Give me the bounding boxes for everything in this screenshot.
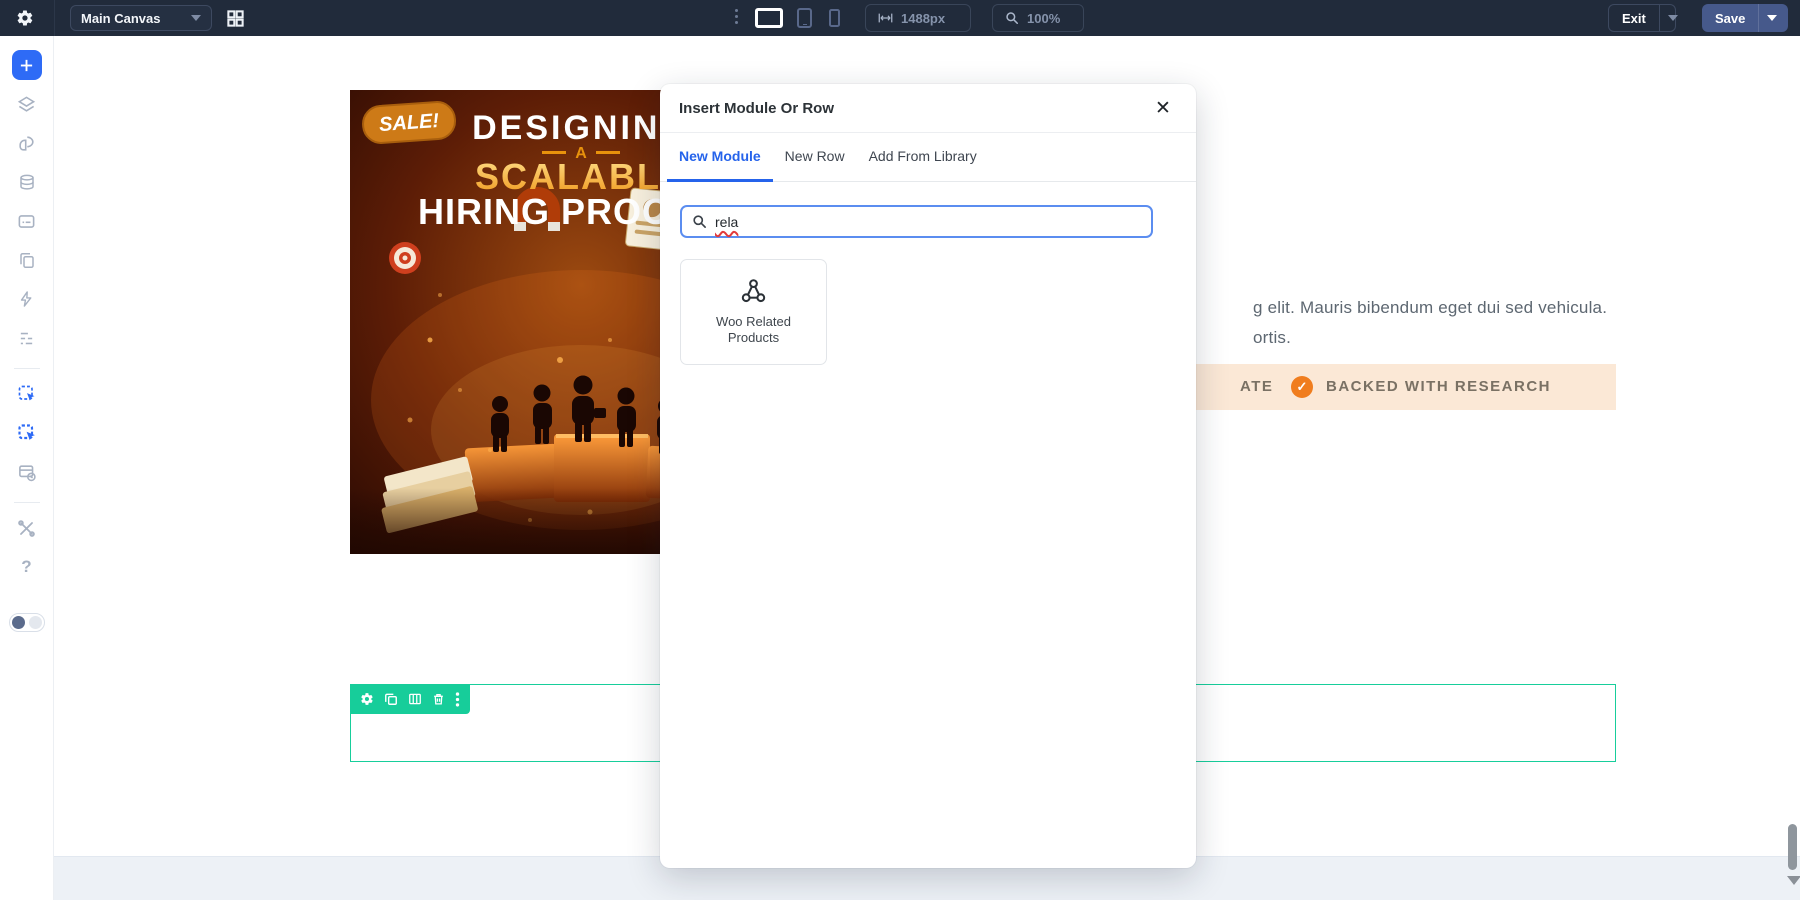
chevron-down-icon [191, 15, 201, 21]
canvas-width-value: 1488px [901, 11, 945, 26]
module-result-label: Woo Related Products [699, 314, 809, 347]
device-phone-icon[interactable] [829, 9, 840, 27]
layers-icon [17, 95, 36, 114]
help-button[interactable]: ? [12, 552, 42, 582]
canvas-width-indicator[interactable]: 1488px [865, 4, 971, 32]
toggle-gear-dot [12, 616, 25, 629]
builder-app: SALE! DESIGNING A SCALABLE HIRING PROCES… [0, 0, 1800, 900]
poster-title-line1: DESIGNING [472, 109, 690, 147]
module-search-input[interactable]: rela [680, 205, 1153, 238]
search-input-value: rela [715, 214, 738, 230]
copy-pages-icon [18, 251, 36, 270]
sale-badge-text: SALE! [378, 110, 440, 136]
vertical-scrollbar-thumb[interactable] [1788, 824, 1797, 870]
kebab-icon[interactable] [455, 692, 460, 707]
database-icon [18, 173, 36, 192]
design-assets-button[interactable] [12, 128, 42, 158]
dashboard-grid-icon[interactable] [226, 9, 245, 28]
tools-button[interactable] [12, 513, 42, 543]
platform-edge [556, 434, 648, 438]
close-icon[interactable]: ✕ [1150, 95, 1176, 121]
dialog-tabs: New Module New Row Add From Library [660, 133, 1196, 182]
insert-module-dialog: Insert Module Or Row ✕ New Module New Ro… [660, 84, 1196, 868]
canvas-selector-dropdown[interactable]: Main Canvas [70, 5, 212, 31]
device-tablet-icon[interactable] [797, 8, 812, 28]
device-desktop-icon[interactable] [755, 8, 783, 28]
window-history-icon [17, 463, 37, 482]
list-settings-icon [17, 330, 36, 347]
field-list-button[interactable] [12, 323, 42, 353]
tab-new-module[interactable]: New Module [667, 133, 773, 182]
exit-button-label: Exit [1609, 5, 1659, 31]
save-dropdown-arrow[interactable] [1758, 4, 1785, 32]
title-dash [596, 151, 620, 154]
templates-button[interactable] [12, 245, 42, 275]
target-icon [389, 242, 421, 274]
width-arrows-icon [878, 12, 893, 24]
save-button[interactable]: Save [1702, 4, 1788, 32]
check-circle-icon: ✓ [1291, 376, 1313, 398]
tab-new-row[interactable]: New Row [773, 133, 857, 182]
add-module-button[interactable] [12, 50, 42, 80]
insert-mode-button[interactable] [12, 418, 42, 448]
shapes-icon [17, 134, 36, 153]
plus-icon [19, 58, 34, 73]
sidebar-divider [14, 368, 40, 369]
module-result-woo-related-products[interactable]: Woo Related Products [680, 259, 827, 365]
share-network-icon [740, 278, 767, 305]
lightning-bolt-icon [18, 289, 35, 309]
exit-button[interactable]: Exit [1608, 4, 1676, 32]
tab-add-from-library[interactable]: Add From Library [857, 133, 989, 182]
feature-bar-label: BACKED WITH RESEARCH [1326, 378, 1551, 395]
save-button-label: Save [1702, 4, 1758, 32]
select-cursor-filled-icon [17, 423, 37, 443]
dialog-title: Insert Module Or Row [679, 100, 834, 117]
toggle-light-dot [29, 616, 42, 629]
exit-dropdown-arrow[interactable] [1659, 5, 1686, 31]
select-cursor-icon [17, 384, 37, 404]
settings-gear-icon[interactable] [16, 9, 34, 27]
trash-icon[interactable] [432, 692, 445, 706]
feature-bar-fragment: ATE [1240, 378, 1273, 395]
body-text-line2: ortis. [1253, 328, 1291, 348]
form-card-icon [17, 212, 36, 231]
sidebar-divider [14, 502, 40, 503]
select-mode-button[interactable] [12, 379, 42, 409]
builder-topbar: Main Canvas 1488px 100% Exit [0, 0, 1800, 36]
title-dash [542, 151, 566, 154]
ui-mode-toggle[interactable] [9, 613, 45, 632]
layers-button[interactable] [12, 89, 42, 119]
body-text-line1: g elit. Mauris bibendum eget dui sed veh… [1253, 298, 1607, 318]
zoom-level-indicator[interactable]: 100% [992, 4, 1084, 32]
responsive-menu-kebab-icon[interactable] [735, 9, 738, 24]
database-button[interactable] [12, 167, 42, 197]
history-button[interactable] [12, 457, 42, 487]
quick-actions-button[interactable] [12, 284, 42, 314]
search-icon [692, 214, 707, 229]
canvas-selector-label: Main Canvas [81, 11, 191, 26]
builder-sidebar: ? [0, 36, 54, 900]
tools-icon [17, 519, 36, 538]
columns-icon[interactable] [408, 692, 422, 706]
topbar-divider [54, 0, 55, 36]
row-settings-gear-icon[interactable] [360, 692, 374, 706]
zoom-magnifier-icon [1005, 11, 1019, 25]
sale-badge: SALE! [362, 101, 456, 144]
dialog-header: Insert Module Or Row ✕ [660, 84, 1196, 133]
duplicate-icon[interactable] [384, 692, 398, 706]
row-toolbar [350, 684, 470, 714]
scroll-down-arrow[interactable] [1787, 876, 1800, 885]
zoom-level-value: 100% [1027, 11, 1060, 26]
forms-button[interactable] [12, 206, 42, 236]
